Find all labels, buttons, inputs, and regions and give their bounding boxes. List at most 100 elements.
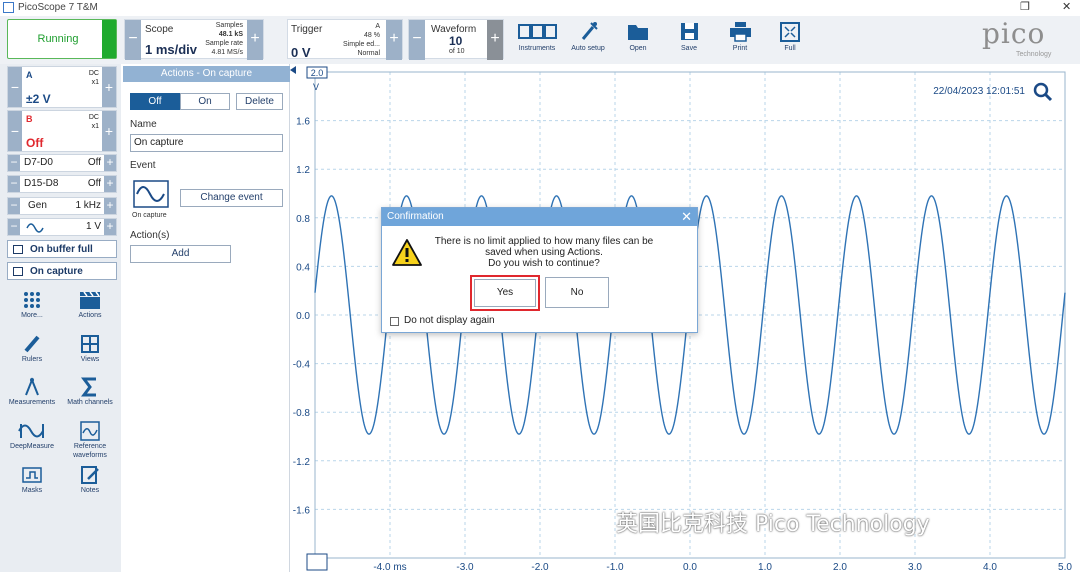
d7-d0-label: D7-D0: [24, 157, 53, 168]
save-button[interactable]: Save: [664, 19, 714, 59]
event-label: Event: [130, 160, 156, 171]
run-stop-button[interactable]: Running: [7, 19, 117, 59]
dialog-title: Confirmation: [382, 208, 697, 226]
gen-frequency-decrease-button[interactable]: −: [8, 198, 20, 214]
d7-d0-increase-button[interactable]: +: [104, 155, 116, 171]
channel-b-name: B: [26, 114, 33, 124]
on-capture-button[interactable]: On capture: [7, 262, 117, 280]
d15-d8-label: D15-D8: [24, 178, 59, 189]
instruments-button[interactable]: Instruments: [512, 19, 562, 59]
math-channels-button[interactable]: Math channels: [62, 376, 118, 407]
masks-button[interactable]: Masks: [4, 464, 60, 495]
dialog-close-icon[interactable]: ✕: [681, 208, 692, 226]
open-button[interactable]: Open: [613, 19, 663, 59]
full-screen-button[interactable]: Full: [765, 19, 815, 59]
waveform-previous-button[interactable]: −: [409, 20, 425, 60]
save-icon: [681, 23, 698, 40]
do-not-display-checkbox[interactable]: [390, 317, 399, 326]
channel-b-control[interactable]: − B DC x1 Off +: [7, 110, 117, 152]
notes-button[interactable]: Notes: [62, 464, 118, 495]
print-label: Print: [732, 45, 748, 52]
yes-button[interactable]: Yes: [474, 279, 536, 307]
action-name-input[interactable]: On capture: [130, 134, 283, 152]
trigger-channel: A: [375, 23, 380, 30]
x-tick-label: -3.0: [456, 562, 474, 572]
x-tick-label: 3.0: [908, 562, 922, 572]
samples-value: 48.1 kS: [218, 31, 243, 38]
no-button[interactable]: No: [545, 277, 609, 308]
waveform-next-button[interactable]: +: [487, 20, 503, 60]
action-on-toggle[interactable]: On: [180, 93, 230, 110]
channel-b-increase-button[interactable]: +: [102, 111, 116, 151]
close-window-button[interactable]: ✕: [1062, 0, 1071, 13]
d15-d8-increase-button[interactable]: +: [104, 176, 116, 192]
waveform-group: − Waveform 10 of 10 +: [408, 19, 504, 60]
pico-logo: pico Technology: [978, 17, 1070, 59]
masks-icon: [22, 467, 42, 483]
timebase-decrease-button[interactable]: −: [125, 20, 141, 60]
gen-frequency-increase-button[interactable]: +: [104, 198, 116, 214]
folder-open-icon: [628, 25, 648, 40]
gen-frequency: 1 kHz: [75, 200, 101, 211]
y-tick-label: 1.6: [296, 117, 310, 128]
more-button[interactable]: More...: [4, 289, 60, 320]
waveform-current[interactable]: 10: [449, 34, 462, 48]
measurements-button[interactable]: Measurements: [4, 376, 60, 407]
channel-a-control[interactable]: − A DC x1 ±2 V +: [7, 66, 117, 108]
reference-waveforms-button[interactable]: Reference waveforms: [62, 420, 118, 460]
toolbar: Running − Scope 1 ms/div Samples 48.1 kS…: [0, 16, 1080, 64]
on-buffer-full-button[interactable]: On buffer full: [7, 240, 117, 258]
print-button[interactable]: Print: [715, 19, 765, 59]
y-tick-label: -0.4: [293, 360, 311, 371]
channel-a-range[interactable]: ±2 V: [26, 92, 51, 106]
sample-rate-value: 4.81 MS/s: [211, 49, 243, 56]
d7-d0-state: Off: [87, 157, 101, 168]
add-action-button[interactable]: Add: [130, 245, 231, 263]
auto-setup-button[interactable]: Auto setup: [563, 19, 613, 59]
run-status-label: Running: [37, 33, 79, 45]
trigger-level[interactable]: 0 V: [291, 45, 311, 60]
views-icon: [81, 335, 99, 353]
full-screen-label: Full: [784, 45, 796, 52]
digital-d15-d8-control[interactable]: − D15-D8 Off +: [7, 175, 117, 193]
d15-d8-state: Off: [87, 178, 101, 189]
reference-waveforms-icon: [80, 421, 100, 441]
left-sidebar: − A DC x1 ±2 V + − B DC x1 Off + − D7-D0 O…: [0, 64, 121, 572]
gen-frequency-control[interactable]: − Gen 1 kHz +: [7, 197, 117, 215]
restore-button[interactable]: ❐: [1020, 0, 1030, 13]
channel-b-state[interactable]: Off: [26, 136, 43, 150]
actions-button[interactable]: Actions: [62, 289, 118, 320]
deepmeasure-button[interactable]: DeepMeasure: [4, 420, 60, 451]
gen-amplitude-increase-button[interactable]: +: [104, 219, 116, 235]
logo-wordmark: pico: [982, 17, 1046, 50]
rulers-button[interactable]: Rulers: [4, 333, 60, 364]
actions-icon: [80, 291, 100, 309]
change-event-button[interactable]: Change event: [180, 189, 283, 207]
notes-icon: [81, 466, 99, 484]
views-button[interactable]: Views: [62, 333, 118, 364]
channel-b-coupling: DC x1: [88, 114, 99, 130]
gen-amplitude-control[interactable]: − 1 V +: [7, 218, 117, 236]
y-tick-label: 0.0: [296, 311, 310, 322]
gen-amplitude-decrease-button[interactable]: −: [8, 219, 20, 235]
digital-d7-d0-control[interactable]: − D7-D0 Off +: [7, 154, 117, 172]
x-tick-label: 4.0: [983, 562, 997, 572]
timebase-value[interactable]: 1 ms/div: [145, 42, 197, 57]
timebase-increase-button[interactable]: +: [247, 20, 263, 60]
save-label: Save: [681, 45, 697, 52]
delete-action-button[interactable]: Delete: [236, 93, 283, 110]
channel-a-increase-button[interactable]: +: [102, 67, 116, 107]
run-status-bar: [102, 20, 116, 58]
action-off-toggle[interactable]: Off: [130, 93, 180, 110]
channel-a-decrease-button[interactable]: −: [8, 67, 22, 107]
x-tick-label: -2.0: [531, 562, 549, 572]
d7-d0-decrease-button[interactable]: −: [8, 155, 20, 171]
full-screen-icon: [780, 22, 800, 42]
trigger-increase-button[interactable]: +: [386, 20, 402, 60]
channel-b-decrease-button[interactable]: −: [8, 111, 22, 151]
print-icon: [730, 22, 751, 42]
d15-d8-decrease-button[interactable]: −: [8, 176, 20, 192]
trigger-mode: Simple ed...: [343, 41, 380, 48]
event-sine-icon[interactable]: [133, 180, 169, 208]
range-box-bottom: [306, 553, 328, 571]
